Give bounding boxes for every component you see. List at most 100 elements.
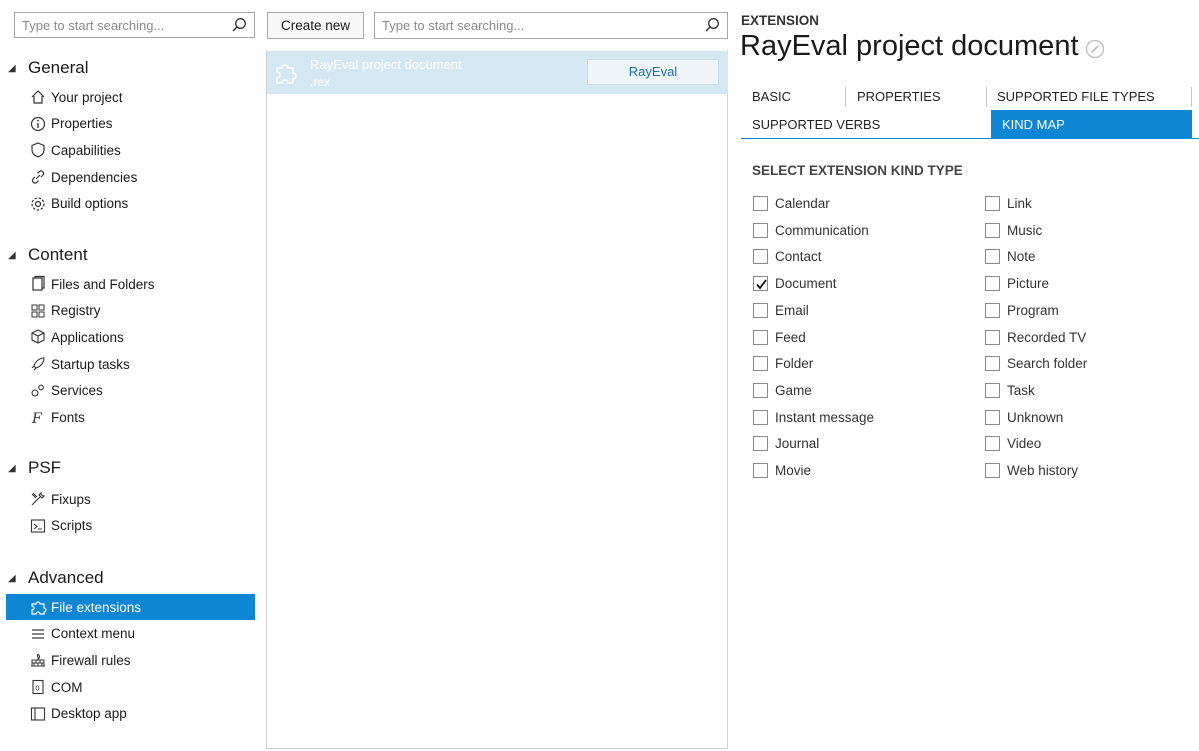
nav-group-general[interactable]: ◢ General	[8, 58, 88, 78]
sidebar-item-file-extensions[interactable]: File extensions	[6, 594, 255, 620]
kind-checkbox[interactable]	[985, 249, 1000, 265]
kind-checkbox[interactable]	[753, 222, 768, 238]
tab-basic[interactable]: BASIC	[741, 82, 844, 110]
sidebar-item-registry[interactable]: Registry	[6, 298, 255, 324]
kind-option-game[interactable]: Game	[753, 382, 812, 398]
com-icon: 0	[29, 678, 47, 696]
gear-icon	[29, 195, 47, 213]
list-search-input[interactable]: Type to start searching...	[374, 12, 728, 39]
kind-option-calendar[interactable]: Calendar	[753, 196, 830, 211]
kind-checkbox[interactable]	[753, 463, 768, 478]
kind-checkbox[interactable]	[753, 382, 768, 398]
sidebar-item-label: Context menu	[51, 626, 136, 642]
search-icon[interactable]	[703, 16, 721, 34]
sidebar-item-build-options[interactable]: Build options	[6, 191, 255, 217]
kind-option-web-history[interactable]: Web history	[985, 463, 1078, 478]
nav-search-input[interactable]: Type to start searching...	[14, 12, 255, 38]
sidebar-item-properties[interactable]: Properties	[6, 111, 255, 137]
list-search-placeholder: Type to start searching...	[382, 18, 525, 33]
kind-option-document[interactable]: Document	[753, 276, 837, 292]
kind-checkbox[interactable]	[985, 196, 1000, 211]
sidebar-item-your-project[interactable]: Your project	[6, 84, 255, 110]
svg-text:F: F	[31, 411, 43, 427]
kind-option-communication[interactable]: Communication	[753, 222, 869, 238]
sidebar-item-scripts[interactable]: Scripts	[6, 513, 255, 539]
kind-checkbox[interactable]	[985, 382, 1000, 398]
sidebar-item-applications[interactable]: Applications	[6, 324, 255, 350]
kind-option-search-folder[interactable]: Search folder	[985, 356, 1087, 372]
kind-option-journal[interactable]: Journal	[753, 436, 819, 452]
kind-checkbox[interactable]	[753, 302, 768, 318]
tab-supported-file-types[interactable]: SUPPORTED FILE TYPES	[986, 82, 1192, 110]
collapse-triangle-icon[interactable]: ◢	[8, 573, 28, 584]
kind-option-email[interactable]: Email	[753, 302, 809, 318]
files-icon	[29, 275, 47, 293]
kind-option-link[interactable]: Link	[985, 196, 1032, 211]
create-new-button[interactable]: Create new	[267, 12, 364, 39]
sidebar-item-dependencies[interactable]: Dependencies	[6, 164, 255, 190]
sidebar-item-fonts[interactable]: F Fonts	[6, 405, 255, 431]
nav-group-psf[interactable]: ◢ PSF	[8, 458, 61, 478]
kind-option-unknown[interactable]: Unknown	[985, 409, 1063, 425]
search-icon[interactable]	[230, 16, 248, 34]
kind-checkbox[interactable]	[985, 463, 1000, 478]
kind-option-folder[interactable]: Folder	[753, 356, 813, 372]
kind-option-contact[interactable]: Contact	[753, 249, 822, 265]
kind-option-recorded-tv[interactable]: Recorded TV	[985, 329, 1086, 345]
nav-search-placeholder: Type to start searching...	[22, 18, 165, 33]
nav-group-advanced[interactable]: ◢ Advanced	[8, 568, 104, 588]
list-item[interactable]: RayEval project document .rex RayEval	[267, 51, 728, 94]
kind-label: Instant message	[775, 409, 875, 425]
kind-option-feed[interactable]: Feed	[753, 329, 806, 345]
kind-option-task[interactable]: Task	[985, 382, 1035, 398]
puzzle-icon	[29, 598, 47, 616]
kind-option-picture[interactable]: Picture	[985, 276, 1049, 292]
kind-option-instant-message[interactable]: Instant message	[753, 409, 875, 425]
kind-checkbox[interactable]	[985, 302, 1000, 318]
home-icon	[29, 88, 47, 106]
nav-group-label: Content	[28, 245, 88, 264]
page-title-text: RayEval project document	[740, 30, 1079, 62]
collapse-triangle-icon[interactable]: ◢	[8, 63, 28, 74]
kind-label: Task	[1007, 382, 1035, 398]
kind-checkbox[interactable]	[985, 409, 1000, 425]
kind-option-video[interactable]: Video	[985, 436, 1041, 452]
kind-label: Document	[775, 276, 837, 292]
pencil-icon[interactable]	[1085, 39, 1105, 59]
kind-checkbox[interactable]	[985, 276, 1000, 292]
shield-icon	[29, 141, 47, 159]
tab-supported-verbs[interactable]: SUPPORTED VERBS	[741, 110, 991, 138]
kind-checkbox[interactable]	[753, 196, 768, 211]
sidebar-item-com[interactable]: 0 COM	[6, 674, 255, 700]
kind-checkbox[interactable]	[753, 356, 768, 372]
kind-option-music[interactable]: Music	[985, 222, 1042, 238]
kind-option-movie[interactable]: Movie	[753, 463, 811, 478]
link-icon	[29, 168, 47, 186]
kind-checkbox[interactable]	[753, 436, 768, 452]
sidebar-item-fixups[interactable]: Fixups	[6, 486, 255, 512]
kind-checkbox[interactable]	[753, 249, 768, 265]
info-icon	[29, 115, 47, 133]
kind-checkbox[interactable]	[985, 329, 1000, 345]
sidebar-item-files-and-folders[interactable]: Files and Folders	[6, 271, 255, 297]
kind-checkbox[interactable]	[985, 356, 1000, 372]
kind-checkbox[interactable]	[753, 409, 768, 425]
sidebar-item-capabilities[interactable]: Capabilities	[6, 137, 255, 163]
sidebar-item-desktop-app[interactable]: Desktop app	[6, 701, 255, 727]
kind-checkbox[interactable]	[985, 222, 1000, 238]
kind-label: Feed	[775, 329, 806, 345]
sidebar-item-firewall-rules[interactable]: Firewall rules	[6, 647, 255, 673]
kind-option-program[interactable]: Program	[985, 302, 1059, 318]
sidebar-item-services[interactable]: Services	[6, 378, 255, 404]
kind-checkbox[interactable]	[753, 276, 768, 292]
collapse-triangle-icon[interactable]: ◢	[8, 463, 28, 474]
nav-group-content[interactable]: ◢ Content	[8, 245, 88, 265]
sidebar-item-startup-tasks[interactable]: Startup tasks	[6, 351, 255, 377]
kind-option-note[interactable]: Note	[985, 249, 1036, 265]
kind-checkbox[interactable]	[985, 436, 1000, 452]
tab-kind-map[interactable]: KIND MAP	[991, 110, 1192, 138]
kind-checkbox[interactable]	[753, 329, 768, 345]
tab-properties[interactable]: PROPERTIES	[846, 82, 986, 110]
collapse-triangle-icon[interactable]: ◢	[8, 250, 28, 261]
sidebar-item-context-menu[interactable]: Context menu	[6, 621, 255, 647]
